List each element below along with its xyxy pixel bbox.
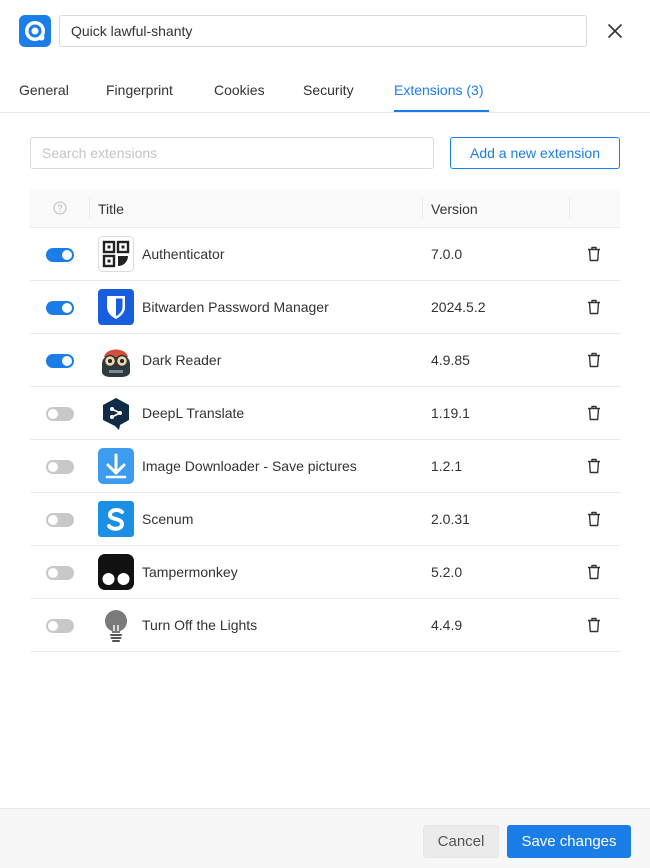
extension-toggle[interactable]: [46, 301, 74, 315]
table-row: Dark Reader 4.9.85: [30, 334, 620, 387]
extension-toggle[interactable]: [46, 248, 74, 262]
extension-version: 5.2.0: [431, 564, 463, 580]
dark-reader-icon: [102, 349, 130, 377]
cancel-button[interactable]: Cancel: [423, 825, 499, 858]
light-bulb-icon: [105, 610, 127, 642]
extension-toggle[interactable]: [46, 513, 74, 527]
trash-icon: [588, 511, 600, 527]
extension-title: DeepL Translate: [142, 405, 245, 421]
tampermonkey-icon: [98, 554, 134, 590]
table-row: Tampermonkey 5.2.0: [30, 546, 620, 599]
extension-toggle[interactable]: [46, 407, 74, 421]
extension-title: Authenticator: [142, 246, 225, 262]
tab-general[interactable]: General: [19, 82, 69, 98]
column-divider: [569, 197, 570, 219]
extension-version: 4.9.85: [431, 352, 470, 368]
delete-extension-button[interactable]: [585, 298, 603, 316]
extension-title: Scenum: [142, 511, 194, 527]
extension-title: Dark Reader: [142, 352, 222, 368]
trash-icon: [588, 564, 600, 580]
tab-extensions[interactable]: Extensions (3): [394, 82, 483, 98]
deepl-icon: [103, 398, 129, 430]
download-arrow-icon: [98, 448, 134, 484]
search-extensions-input[interactable]: [30, 137, 434, 169]
delete-extension-button[interactable]: [585, 563, 603, 581]
trash-icon: [588, 458, 600, 474]
add-extension-button[interactable]: Add a new extension: [450, 137, 620, 169]
extension-version: 4.4.9: [431, 617, 463, 633]
column-divider: [89, 197, 90, 219]
tab-security[interactable]: Security: [303, 82, 354, 98]
table-header: Title Version: [30, 189, 620, 228]
trash-icon: [588, 617, 600, 633]
bitwarden-shield-icon: [98, 289, 134, 325]
table-row: Image Downloader - Save pictures 1.2.1: [30, 440, 620, 493]
extension-toggle[interactable]: [46, 354, 74, 368]
extension-version: 2.0.31: [431, 511, 470, 527]
save-changes-button[interactable]: Save changes: [507, 825, 631, 858]
extension-title: Tampermonkey: [142, 564, 238, 580]
trash-icon: [588, 246, 600, 262]
extension-toggle[interactable]: [46, 566, 74, 580]
table-row: DeepL Translate 1.19.1: [30, 387, 620, 440]
qr-code-icon: [98, 236, 134, 272]
extension-title: Turn Off the Lights: [142, 617, 258, 633]
dialog-footer: Cancel Save changes: [0, 808, 650, 868]
scenum-icon: [98, 501, 134, 537]
active-tab-indicator: [394, 110, 489, 112]
close-button[interactable]: [603, 19, 627, 43]
trash-icon: [588, 352, 600, 368]
delete-extension-button[interactable]: [585, 351, 603, 369]
column-header-title: Title: [98, 201, 124, 217]
delete-extension-button[interactable]: [585, 404, 603, 422]
extension-version: 2024.5.2: [431, 299, 486, 315]
extension-toggle[interactable]: [46, 460, 74, 474]
profile-name-input[interactable]: [59, 15, 587, 47]
browser-profile-logo-icon: [19, 15, 51, 47]
trash-icon: [588, 405, 600, 421]
extension-version: 7.0.0: [431, 246, 463, 262]
extension-title: Bitwarden Password Manager: [142, 299, 329, 315]
table-row: Turn Off the Lights 4.4.9: [30, 599, 620, 652]
delete-extension-button[interactable]: [585, 510, 603, 528]
table-row: Scenum 2.0.31: [30, 493, 620, 546]
tab-cookies[interactable]: Cookies: [214, 82, 265, 98]
extension-version: 1.2.1: [431, 458, 463, 474]
extension-title: Image Downloader - Save pictures: [142, 458, 357, 474]
delete-extension-button[interactable]: [585, 616, 603, 634]
table-row: Bitwarden Password Manager 2024.5.2: [30, 281, 620, 334]
close-icon: [608, 24, 622, 38]
dialog-header: [0, 0, 650, 62]
extension-toggle[interactable]: [46, 619, 74, 633]
tab-fingerprint[interactable]: Fingerprint: [106, 82, 173, 98]
delete-extension-button[interactable]: [585, 457, 603, 475]
delete-extension-button[interactable]: [585, 245, 603, 263]
extensions-table: Title Version Authenticator 7.0.0 Bitwar…: [30, 189, 620, 652]
trash-icon: [588, 299, 600, 315]
extension-version: 1.19.1: [431, 405, 470, 421]
column-header-version: Version: [431, 201, 478, 217]
help-icon[interactable]: [53, 201, 67, 215]
column-divider: [422, 197, 423, 219]
table-row: Authenticator 7.0.0: [30, 228, 620, 281]
tab-bar: General Fingerprint Cookies Security Ext…: [0, 62, 650, 113]
